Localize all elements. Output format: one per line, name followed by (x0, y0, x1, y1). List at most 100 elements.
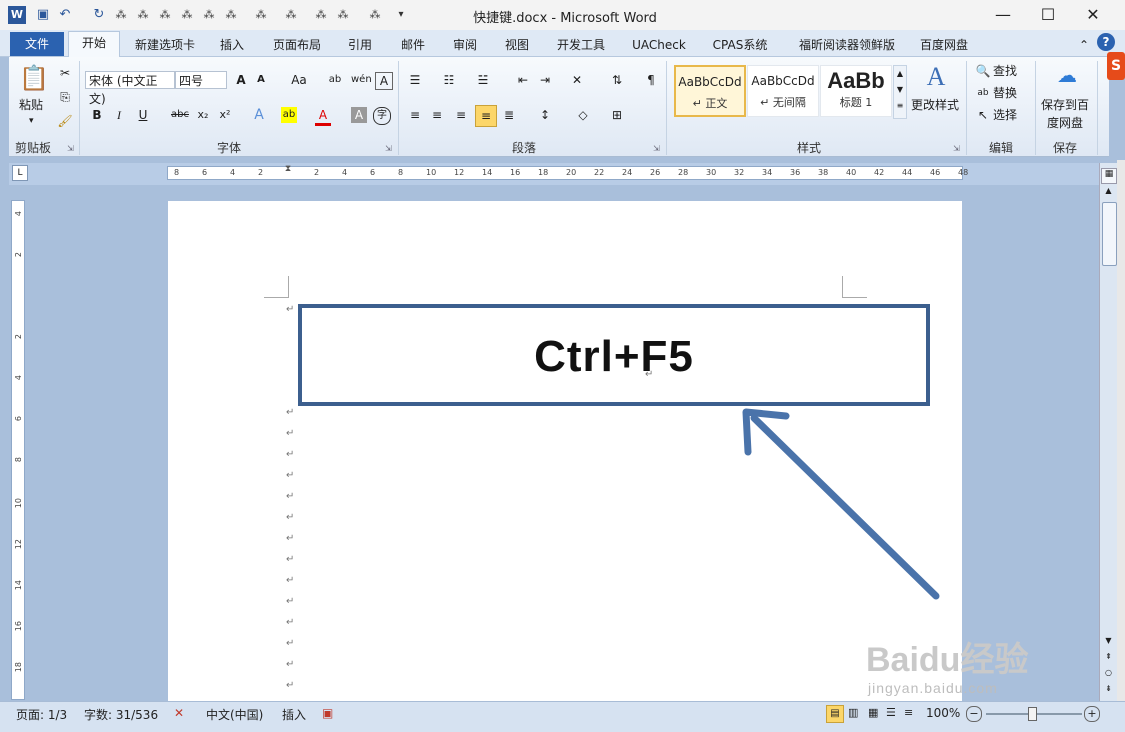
font-color-icon[interactable]: A (315, 107, 331, 126)
status-insert-mode[interactable]: 插入 (282, 706, 306, 723)
status-page[interactable]: 页面: 1/3 (16, 706, 67, 723)
ruler-toggle-icon[interactable]: ▦ (1101, 168, 1117, 184)
style-normal[interactable]: AaBbCcDd ↵ 正文 (674, 65, 746, 117)
zoom-slider-thumb[interactable] (1028, 707, 1037, 721)
tab-new-tab[interactable]: 新建选项卡 (125, 34, 205, 56)
paste-dropdown-icon[interactable]: ▾ (29, 113, 34, 129)
char-shading-icon[interactable]: A (351, 107, 367, 123)
indent-marker-icon[interactable]: ⧗ (283, 164, 293, 184)
minimize-button[interactable]: — (988, 4, 1018, 26)
org-chart-icon[interactable]: ⁂ (156, 6, 174, 24)
select-icon[interactable]: ↖ (975, 107, 991, 123)
grow-font-icon[interactable]: A (233, 72, 249, 88)
zoom-out-icon[interactable]: − (966, 706, 982, 722)
find-button[interactable]: 查找 (993, 63, 1017, 79)
outline-icon[interactable]: ☰ (886, 706, 896, 719)
align-center-icon[interactable]: ≡ (429, 107, 445, 123)
org-chart-icon[interactable]: ⁂ (222, 6, 240, 24)
align-right-icon[interactable]: ≡ (453, 107, 469, 123)
show-marks-icon[interactable]: ¶ (643, 72, 659, 88)
save-to-baidu-label-2[interactable]: 度网盘 (1047, 115, 1083, 131)
clipboard-launcher-icon[interactable]: ⇲ (67, 141, 74, 157)
style-no-spacing[interactable]: AaBbCcDd ↵ 无间隔 (747, 65, 819, 117)
tab-cpas[interactable]: CPAS系统 (704, 34, 776, 56)
scroll-thumb[interactable] (1102, 202, 1117, 266)
org-chart-icon[interactable]: ⁂ (134, 6, 152, 24)
tab-mailings[interactable]: 邮件 (393, 34, 433, 56)
numbering-icon[interactable]: ☷ (441, 72, 457, 88)
tab-page-layout[interactable]: 页面布局 (262, 34, 332, 56)
zoom-in-icon[interactable]: + (1084, 706, 1100, 722)
scroll-up-icon[interactable]: ▲ (1102, 186, 1115, 198)
line-spacing-icon[interactable]: ↕ (537, 107, 553, 123)
customize-qat-icon[interactable]: ▾ (392, 6, 410, 24)
maximize-button[interactable]: ☐ (1033, 4, 1063, 26)
ime-s-icon[interactable]: S (1107, 52, 1125, 80)
shrink-font-icon[interactable]: A (253, 72, 269, 88)
next-page-icon[interactable]: ⇟ (1102, 684, 1115, 696)
tab-baidu-pan[interactable]: 百度网盘 (912, 34, 976, 56)
tab-references[interactable]: 引用 (340, 34, 380, 56)
replace-button[interactable]: 替换 (993, 85, 1017, 101)
phonetic-guide-icon[interactable]: wén (351, 72, 372, 88)
org-chart-icon[interactable]: ⁂ (112, 6, 130, 24)
highlight-icon[interactable]: ab (281, 107, 297, 123)
vertical-ruler[interactable]: 4 2 2 4 6 8 10 12 14 16 18 (11, 200, 25, 700)
align-left-icon[interactable]: ≡ (407, 107, 423, 123)
save-to-baidu-label-1[interactable]: 保存到百 (1041, 97, 1089, 113)
copy-icon[interactable]: ⎘ (57, 89, 73, 105)
paste-icon[interactable]: 📋 (19, 63, 49, 93)
clear-format-icon[interactable]: ab (327, 72, 343, 88)
font-launcher-icon[interactable]: ⇲ (385, 141, 392, 157)
increase-indent-icon[interactable]: ⇥ (537, 72, 553, 88)
reading-layout-icon[interactable]: ▥ (848, 706, 858, 719)
decrease-indent-icon[interactable]: ⇤ (515, 72, 531, 88)
print-layout-icon[interactable]: ▤ (826, 705, 844, 723)
tab-uacheck[interactable]: UACheck (624, 34, 694, 56)
multilevel-list-icon[interactable]: ☱ (475, 72, 491, 88)
redo-icon[interactable]: ↻ (90, 6, 108, 24)
org-chart-icon[interactable]: ⁂ (312, 6, 330, 24)
draft-icon[interactable]: ≡ (904, 706, 913, 719)
superscript-icon[interactable]: x² (217, 107, 233, 123)
org-chart-icon[interactable]: ⁂ (282, 6, 300, 24)
enclose-char-icon[interactable]: 字 (373, 107, 391, 125)
format-painter-icon[interactable]: 🖌 (57, 113, 73, 129)
shading-icon[interactable]: ◇ (575, 107, 591, 123)
tab-insert[interactable]: 插入 (212, 34, 252, 56)
org-chart-icon[interactable]: ⁂ (178, 6, 196, 24)
text-effect-icon[interactable]: A (251, 107, 267, 123)
paste-button[interactable]: 粘贴 (19, 97, 43, 113)
distributed-icon[interactable]: ≣ (501, 107, 517, 123)
italic-icon[interactable]: I (111, 107, 127, 123)
undo-icon[interactable]: ↶ (56, 6, 74, 24)
scroll-down-icon[interactable]: ▼ (1102, 636, 1115, 648)
zoom-level[interactable]: 100% (926, 706, 960, 720)
strikethrough-icon[interactable]: abc (169, 107, 191, 123)
tab-view[interactable]: 视图 (497, 34, 537, 56)
paragraph-launcher-icon[interactable]: ⇲ (653, 141, 660, 157)
select-button[interactable]: 选择 (993, 107, 1017, 123)
close-button[interactable]: ✕ (1078, 4, 1108, 26)
change-styles-icon[interactable]: A (921, 63, 951, 91)
change-case-icon[interactable]: Aa (287, 72, 311, 88)
cut-icon[interactable]: ✂ (57, 65, 73, 81)
style-gallery-scroll-icon[interactable]: ▲ ▼ ≡ (893, 65, 907, 119)
status-language[interactable]: 中文(中国) (206, 706, 263, 723)
find-icon[interactable]: 🔍 (975, 63, 991, 79)
org-chart-icon[interactable]: ⁂ (200, 6, 218, 24)
macro-record-icon[interactable]: ▣ (322, 706, 333, 720)
styles-launcher-icon[interactable]: ⇲ (953, 141, 960, 157)
tab-foxit[interactable]: 福昕阅读器领鲜版 (786, 34, 908, 56)
tab-home[interactable]: 开始 (68, 31, 120, 57)
org-chart-icon[interactable]: ⁂ (366, 6, 384, 24)
tab-file[interactable]: 文件 (10, 32, 64, 56)
browse-object-icon[interactable]: ○ (1102, 668, 1115, 680)
bullets-icon[interactable]: ☰ (407, 72, 423, 88)
underline-icon[interactable]: U (135, 107, 151, 123)
font-size-combo[interactable]: 四号 (175, 71, 227, 89)
web-layout-icon[interactable]: ▦ (868, 706, 878, 719)
help-icon[interactable]: ? (1097, 33, 1115, 51)
status-word-count[interactable]: 字数: 31/536 (84, 706, 158, 723)
tab-selector-icon[interactable]: L (12, 165, 28, 181)
